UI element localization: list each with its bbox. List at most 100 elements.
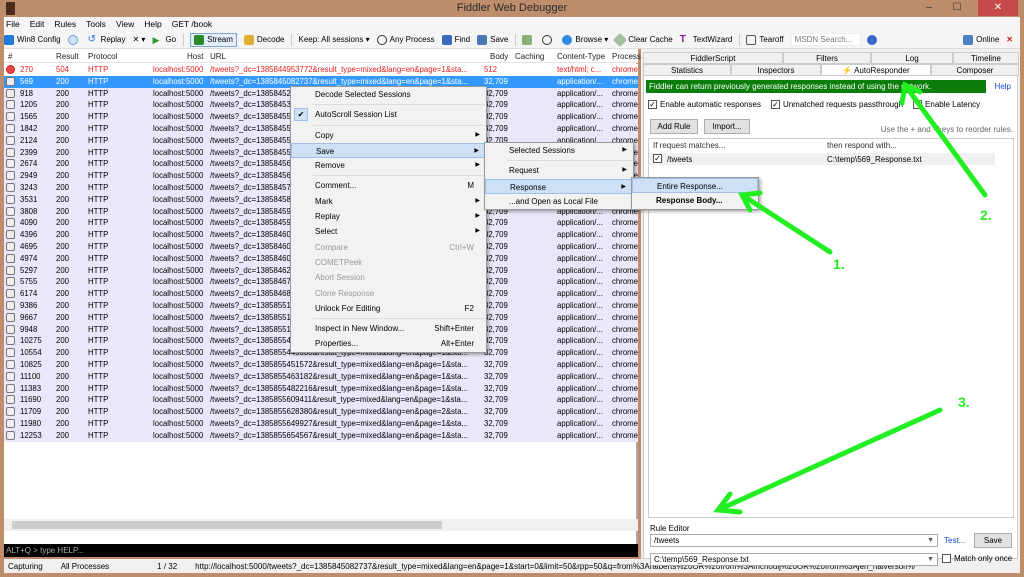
horizontal-scrollbar[interactable] xyxy=(4,519,638,531)
menu-item-decode-selected-sessions[interactable]: Decode Selected Sessions xyxy=(291,87,486,102)
menu-item-response-body[interactable]: Response Body... xyxy=(632,193,758,208)
online-indicator[interactable]: Online xyxy=(963,34,999,45)
menu-item-comment[interactable]: Comment... M xyxy=(291,178,486,193)
session-row[interactable]: 270 504 HTTP localhost:5000/tweets?_dc=1385… xyxy=(4,64,638,76)
menu-view[interactable]: View xyxy=(116,19,134,29)
process-filter[interactable]: All Processes xyxy=(61,562,109,571)
session-row[interactable]: 11690 200 HTTP localhost:5000/tweets?_dc=13… xyxy=(4,394,638,407)
screenshot-button[interactable] xyxy=(522,34,535,45)
capturing-status[interactable]: Capturing xyxy=(8,562,43,571)
stream-button[interactable]: Stream xyxy=(190,32,237,47)
rule-enabled-checkbox[interactable]: ✓ xyxy=(653,154,662,163)
menu-item-selected-sessions[interactable]: Selected Sessions ▶ xyxy=(485,143,633,158)
chevron-down-icon[interactable]: ▼ xyxy=(927,535,934,546)
timer-button[interactable] xyxy=(542,34,555,45)
menu-tools[interactable]: Tools xyxy=(86,19,106,29)
rule-match-combo[interactable]: /tweets ▼ xyxy=(650,534,938,547)
keep-sessions-dropdown[interactable]: Keep: All sessions ▾ xyxy=(298,35,369,44)
win8-config-button[interactable]: Win8 Config xyxy=(4,34,61,45)
col-number[interactable]: # xyxy=(8,52,12,61)
unmatched-passthrough-checkbox[interactable]: ✓ Unmatched requests passthrough xyxy=(770,100,903,110)
enable-latency-checkbox[interactable]: Enable Latency xyxy=(913,100,980,110)
rule-respond-combo[interactable]: C:\temp\569_Response.txt ▼ xyxy=(650,553,938,566)
menu-item-request[interactable]: Request ▶ xyxy=(485,163,633,178)
quickexec-input[interactable]: ALT+Q > type HELP... xyxy=(4,544,638,557)
col-url[interactable]: URL xyxy=(210,52,226,61)
menu-item-copy[interactable]: Copy ▶ xyxy=(291,128,486,143)
menu-item-inspect-in-new-window[interactable]: Inspect in New Window... Shift+Enter xyxy=(291,321,486,336)
msdn-search-go[interactable] xyxy=(866,34,880,45)
remove-sessions-button[interactable]: ✕ ▾ xyxy=(132,35,145,44)
close-button[interactable]: ✕ xyxy=(978,0,1018,16)
textwizard-button[interactable]: T TextWizard xyxy=(680,34,733,45)
menu-item-mark[interactable]: Mark ▶ xyxy=(291,194,486,209)
menu-item-cometpeek[interactable]: COMETPeek xyxy=(291,255,486,270)
menu-edit[interactable]: Edit xyxy=(30,19,45,29)
rule-row[interactable]: ✓ /tweets C:\temp\569_Response.txt xyxy=(649,153,995,165)
msdn-search-input[interactable]: MSDN Search... xyxy=(790,33,861,46)
session-row[interactable]: 11100 200 HTTP localhost:5000/tweets?_dc=13… xyxy=(4,370,638,383)
menu-item-remove[interactable]: Remove ▶ xyxy=(291,158,486,173)
menu-item-entire-response[interactable]: Entire Response... xyxy=(632,178,758,194)
checkbox-checked[interactable]: ✓ xyxy=(648,100,657,110)
menu-item-properties[interactable]: Properties... Alt+Enter xyxy=(291,336,486,351)
menu-help[interactable]: Help xyxy=(144,19,161,29)
session-row[interactable]: 11383 200 HTTP localhost:5000/tweets?_dc=13… xyxy=(4,382,638,395)
menu-item-clone-response[interactable]: Clone Response xyxy=(291,286,486,301)
col-process[interactable]: Process xyxy=(612,52,641,61)
menu-item-abort-session[interactable]: Abort Session xyxy=(291,270,486,285)
test-link[interactable]: Test... xyxy=(944,536,965,545)
find-button[interactable]: Find xyxy=(441,34,470,45)
col-caching[interactable]: Caching xyxy=(515,52,544,61)
checkbox-checked[interactable]: ✓ xyxy=(770,100,780,110)
any-process-button[interactable]: Any Process xyxy=(376,34,435,45)
session-row[interactable]: 12253 200 HTTP localhost:5000/tweets?_dc=13… xyxy=(4,429,638,442)
help-link[interactable]: Help xyxy=(995,82,1011,91)
clear-cache-button[interactable]: Clear Cache xyxy=(613,32,673,47)
add-rule-button[interactable]: Add Rule xyxy=(650,119,698,134)
rule-save-button[interactable]: Save xyxy=(974,533,1012,548)
tearoff-button[interactable]: Tearoff xyxy=(746,34,784,45)
session-row[interactable]: 11980 200 HTTP localhost:5000/tweets?_dc=13… xyxy=(4,417,638,430)
maximize-button[interactable]: ☐ xyxy=(944,0,970,16)
chevron-down-icon[interactable]: ▼ xyxy=(927,554,934,565)
checkbox-unchecked[interactable] xyxy=(942,554,951,564)
session-row[interactable]: 11709 200 HTTP localhost:5000/tweets?_dc=13… xyxy=(4,406,638,418)
decode-button[interactable]: Decode xyxy=(243,34,284,45)
match-only-once-checkbox[interactable]: Match only once xyxy=(942,554,1012,564)
go-button[interactable]: ▶ Go xyxy=(152,35,176,45)
tab-fiddlerscript[interactable]: FiddlerScript xyxy=(643,52,783,64)
menu-item-replay[interactable]: Replay ▶ xyxy=(291,209,486,224)
enable-auto-checkbox[interactable]: ✓ Enable automatic responses xyxy=(648,100,761,110)
col-content-type[interactable]: Content-Type xyxy=(557,52,605,61)
menu-item-autoscroll-session-list[interactable]: ✔ AutoScroll Session List xyxy=(291,107,486,122)
tab-log[interactable]: Log xyxy=(871,52,953,64)
tab-timeline[interactable]: Timeline xyxy=(953,52,1019,64)
menu-item-compare[interactable]: Compare Ctrl+W xyxy=(291,240,486,255)
col-body[interactable]: Body xyxy=(490,52,508,61)
menu-item-select[interactable]: Select ▶ xyxy=(291,224,486,239)
session-row[interactable]: 10825 200 HTTP localhost:5000/tweets?_dc=13… xyxy=(4,358,638,371)
menu-item-response[interactable]: Response ▶ xyxy=(485,178,633,194)
comment-button[interactable] xyxy=(67,34,81,45)
session-status-icon xyxy=(6,277,15,287)
scrollbar-thumb[interactable] xyxy=(12,521,442,529)
session-process: chrome xyxy=(612,359,638,369)
browse-button[interactable]: Browse ▾ xyxy=(562,34,608,45)
checkbox-unchecked[interactable] xyxy=(913,100,923,110)
tab-filters[interactable]: Filters xyxy=(783,52,871,64)
menu-item-unlock-for-editing[interactable]: Unlock For Editing F2 xyxy=(291,301,486,316)
menu-item-save[interactable]: Save ▶ xyxy=(291,142,486,159)
col-result[interactable]: Result xyxy=(56,52,79,61)
menu-item-and-open-as-local-file[interactable]: ...and Open as Local File xyxy=(485,194,633,209)
import-button[interactable]: Import... xyxy=(704,119,750,134)
col-host[interactable]: Host xyxy=(187,52,203,61)
save-button[interactable]: Save xyxy=(477,34,508,45)
menu-rules[interactable]: Rules xyxy=(54,19,76,29)
menu-file[interactable]: File xyxy=(6,19,20,29)
col-protocol[interactable]: Protocol xyxy=(88,52,117,61)
close-toolbar-icon[interactable]: ✕ xyxy=(1006,35,1013,44)
minimize-button[interactable]: – xyxy=(916,0,942,16)
replay-button[interactable]: ↺ Replay xyxy=(88,34,126,45)
menu-get-book[interactable]: GET /book xyxy=(172,19,212,29)
